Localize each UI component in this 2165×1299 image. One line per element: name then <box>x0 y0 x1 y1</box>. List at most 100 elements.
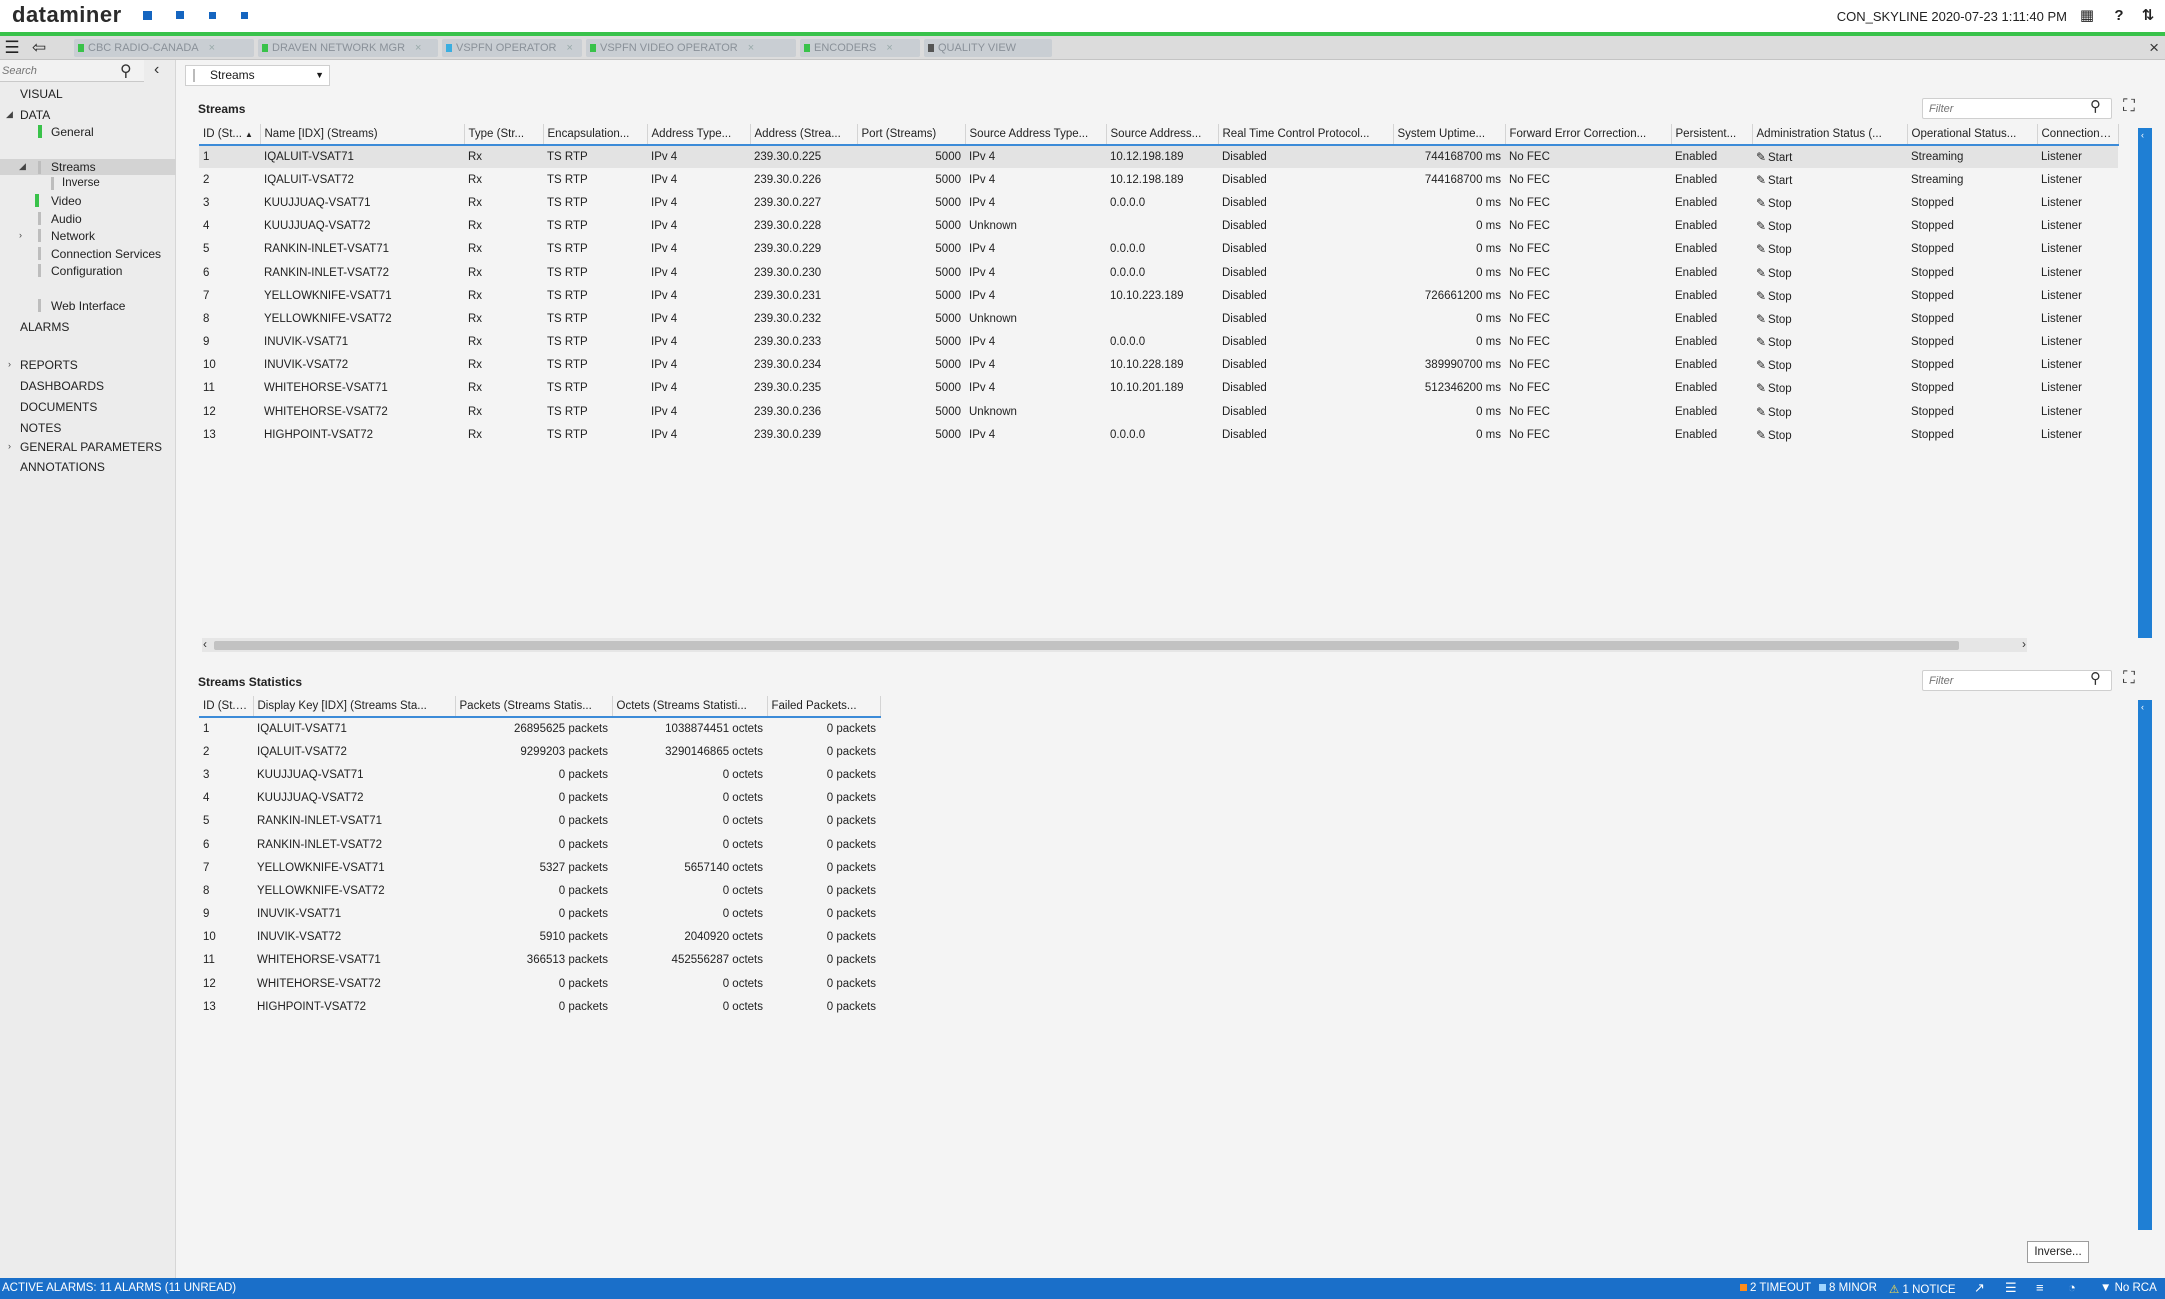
nav-alarms[interactable]: ALARMS <box>20 320 69 334</box>
vertical-scrollbar[interactable]: ‹ <box>2138 700 2152 1230</box>
table-cell[interactable]: ✎ Start <box>1752 145 1907 169</box>
nav-web-interface[interactable]: Web Interface <box>51 299 125 313</box>
table-cell[interactable]: ✎ Start <box>1752 168 1907 191</box>
table-cell[interactable]: ✎ Stop <box>1752 400 1907 423</box>
sort-ascending-icon[interactable]: ▲ <box>245 702 252 711</box>
column-header[interactable]: Source Address Type... <box>965 124 1107 146</box>
column-header[interactable]: Packets (Streams Statis... <box>455 696 613 718</box>
table-cell[interactable]: ✎ Stop <box>1752 261 1907 284</box>
nav-connection-services[interactable]: Connection Services <box>51 247 161 261</box>
table-row[interactable]: 7 YELLOWKNIFE-VSAT71 5327 packets 5657140 o… <box>199 856 880 879</box>
nav-inverse[interactable]: Inverse <box>62 177 100 189</box>
pencil-icon[interactable]: ✎ <box>1756 150 1768 164</box>
back-icon[interactable]: ⇦ <box>27 37 51 59</box>
table-row[interactable]: 4 KUUJJUAQ-VSAT72 0 packets 0 octets 0 packe… <box>199 787 880 810</box>
table-row[interactable]: 11 WHITEHORSE-VSAT71 Rx TS RTP IPv 4 239.30.0… <box>199 377 2118 400</box>
table-cell[interactable]: ✎ Stop <box>1752 284 1907 307</box>
table-row[interactable]: 5 RANKIN-INLET-VSAT71 Rx TS RTP IPv 4 239.30.… <box>199 238 2118 261</box>
chevron-left-icon[interactable]: ‹ <box>2141 130 2144 140</box>
hamburger-menu-icon[interactable]: ☰ <box>0 37 24 59</box>
column-header[interactable]: ID (St... ▲ <box>199 124 261 146</box>
maximize-icon[interactable]: ⛶ <box>2123 668 2135 688</box>
nav-audio[interactable]: Audio <box>51 212 82 226</box>
pencil-icon[interactable]: ✎ <box>1756 335 1768 349</box>
column-header[interactable]: Port (Streams) <box>857 124 966 146</box>
help-icon[interactable]: ? <box>2109 6 2129 26</box>
card-tab[interactable]: VSPFN OPERATOR × <box>442 39 582 57</box>
table-row[interactable]: 2 IQALUIT-VSAT72 Rx TS RTP IPv 4 239.30.0.226… <box>199 168 2118 191</box>
page-selector[interactable]: Streams ▼ <box>185 65 330 86</box>
nav-dashboards[interactable]: DASHBOARDS <box>20 379 104 393</box>
column-header[interactable]: Administration Status (... <box>1752 124 1908 146</box>
minor-count[interactable]: 8 MINOR <box>1819 1282 1877 1294</box>
vertical-scrollbar[interactable]: ‹ <box>2138 128 2152 638</box>
table-row[interactable]: 12 WHITEHORSE-VSAT72 0 packets 0 octets 0 pa… <box>199 972 880 995</box>
table-row[interactable]: 12 WHITEHORSE-VSAT72 Rx TS RTP IPv 4 239.30.0… <box>199 400 2118 423</box>
close-tab-icon[interactable]: × <box>415 42 421 54</box>
close-tab-icon[interactable]: × <box>748 42 754 54</box>
close-tab-icon[interactable]: × <box>566 42 572 54</box>
table-row[interactable]: 1 IQALUIT-VSAT71 Rx TS RTP IPv 4 239.30.0.225… <box>199 145 2118 169</box>
scroll-thumb[interactable] <box>214 641 1959 650</box>
expanded-arrow-icon[interactable]: ◢ <box>6 109 13 120</box>
nav-general-parameters[interactable]: GENERAL PARAMETERS <box>20 440 162 454</box>
pencil-icon[interactable]: ✎ <box>1756 219 1768 233</box>
table-cell[interactable]: ✎ Stop <box>1752 354 1907 377</box>
search-icon[interactable]: ⚲ <box>2090 97 2101 115</box>
close-icon[interactable]: × <box>2149 38 2159 58</box>
collapsed-arrow-icon[interactable]: › <box>19 230 22 240</box>
table-row[interactable]: 10 INUVIK-VSAT72 Rx TS RTP IPv 4 239.30.0.234… <box>199 354 2118 377</box>
module-square-icon[interactable] <box>143 11 152 20</box>
table-row[interactable]: 8 YELLOWKNIFE-VSAT72 Rx TS RTP IPv 4 239.30.0… <box>199 307 2118 330</box>
pencil-icon[interactable]: ✎ <box>1756 242 1768 256</box>
notice-count[interactable]: ⚠ 1 NOTICE <box>1889 1282 1956 1296</box>
nav-visual[interactable]: VISUAL <box>20 87 63 101</box>
table-row[interactable]: 2 IQALUIT-VSAT72 9299203 packets 3290146865… <box>199 740 880 763</box>
collapsed-arrow-icon[interactable]: › <box>8 441 11 451</box>
pencil-icon[interactable]: ✎ <box>1756 196 1768 210</box>
expanded-arrow-icon[interactable]: ◢ <box>19 161 26 172</box>
filter-input[interactable] <box>1922 98 2112 119</box>
column-header[interactable]: Address Type... <box>647 124 751 146</box>
table-row[interactable]: 1 IQALUIT-VSAT71 26895625 packets 103887445… <box>199 717 880 740</box>
pencil-icon[interactable]: ✎ <box>1756 405 1768 419</box>
table-cell[interactable]: ✎ Stop <box>1752 191 1907 214</box>
table-row[interactable]: 6 RANKIN-INLET-VSAT72 0 packets 0 octets 0 p… <box>199 833 880 856</box>
column-header[interactable]: Failed Packets... <box>767 696 881 718</box>
pencil-icon[interactable]: ✎ <box>1756 428 1768 442</box>
nav-streams[interactable]: Streams <box>51 160 96 174</box>
table-row[interactable]: 5 RANKIN-INLET-VSAT71 0 packets 0 octets 0 p… <box>199 810 880 833</box>
table-cell[interactable]: ✎ Stop <box>1752 307 1907 330</box>
active-alarms-text[interactable]: ACTIVE ALARMS: 11 ALARMS (11 UNREAD) <box>2 1282 236 1294</box>
apps-grid-icon[interactable]: ▦ <box>2077 6 2097 26</box>
column-header[interactable]: Address (Strea... <box>750 124 858 146</box>
column-header[interactable]: Persistent... <box>1671 124 1753 146</box>
table-row[interactable]: 13 HIGHPOINT-VSAT72 0 packets 0 octets 0 pac… <box>199 995 880 1018</box>
column-header[interactable]: ID (St... ▲ <box>199 696 254 718</box>
nav-configuration[interactable]: Configuration <box>51 264 122 278</box>
pencil-icon[interactable]: ✎ <box>1756 173 1768 187</box>
pencil-icon[interactable]: ✎ <box>1756 312 1768 326</box>
card-tab[interactable]: DRAVEN NETWORK MGR × <box>258 39 438 57</box>
table-row[interactable]: 11 WHITEHORSE-VSAT71 366513 packets 4525562… <box>199 949 880 972</box>
chevron-left-icon[interactable]: ‹ <box>203 637 207 651</box>
column-header[interactable]: Type (Str... <box>464 124 544 146</box>
nav-network[interactable]: Network <box>51 229 95 243</box>
search-icon[interactable]: ⚲ <box>2090 669 2101 687</box>
table-row[interactable]: 6 RANKIN-INLET-VSAT72 Rx TS RTP IPv 4 239.30.… <box>199 261 2118 284</box>
pencil-icon[interactable]: ✎ <box>1756 289 1768 303</box>
close-tab-icon[interactable]: × <box>209 42 215 54</box>
table-cell[interactable]: ✎ Stop <box>1752 423 1907 446</box>
module-square-icon[interactable] <box>176 11 184 19</box>
column-header[interactable]: Encapsulation... <box>543 124 648 146</box>
column-header[interactable]: Octets (Streams Statisti... <box>612 696 768 718</box>
table-row[interactable]: 3 KUUJJUAQ-VSAT71 0 packets 0 octets 0 packe… <box>199 763 880 786</box>
column-header[interactable]: Name [IDX] (Streams) <box>260 124 465 146</box>
sync-arrows-icon[interactable]: ⇅ <box>2138 6 2158 26</box>
inverse-button[interactable]: Inverse... <box>2027 1241 2089 1263</box>
nav-data[interactable]: DATA <box>20 108 50 122</box>
search-input[interactable] <box>2 62 114 80</box>
card-tab[interactable]: CBC RADIO-CANADA × <box>74 39 254 57</box>
column-header[interactable]: System Uptime... <box>1393 124 1506 146</box>
table-cell[interactable]: ✎ Stop <box>1752 377 1907 400</box>
